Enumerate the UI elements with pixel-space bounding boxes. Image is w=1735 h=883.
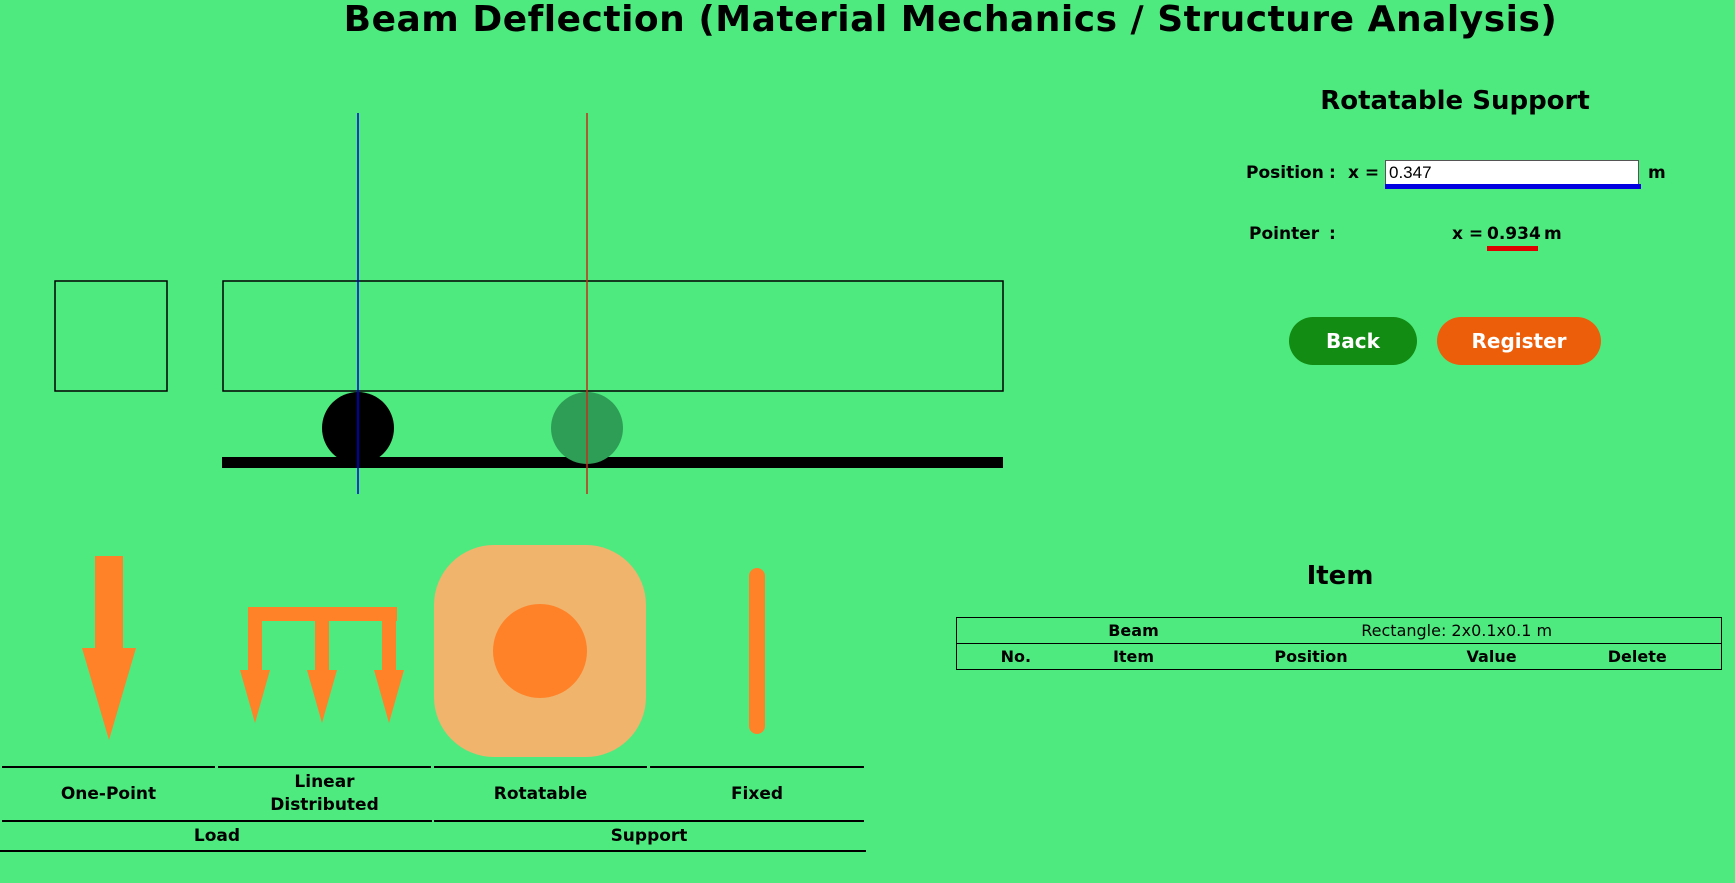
distributed-load-icon [240,607,404,723]
position-unit: m [1648,163,1666,183]
palette-group-load: Load [193,825,241,846]
palette-label-linear-distributed: Linear Distributed [270,772,379,815]
beam-label: Beam [1074,617,1193,644]
palette-divider [0,850,866,852]
position-x-eq: x = [1348,163,1380,183]
pointer-x-eq: x = [1452,224,1484,244]
panel-title: Rotatable Support [1320,86,1590,116]
cross-section-box [54,280,168,392]
col-item: Item [1074,643,1193,670]
palette-rotatable[interactable] [434,540,648,765]
col-value: Value [1429,643,1554,670]
position-input[interactable] [1385,160,1639,184]
palette-label-rotatable: Rotatable [493,783,588,804]
palette-group-support: Support [610,825,688,846]
palette-linear-distributed[interactable] [218,540,432,765]
col-no: No. [955,643,1075,670]
bar-support-icon [749,568,765,734]
position-underline [1385,184,1641,189]
pointer-value: 0.934 [1487,224,1541,244]
palette-one-point[interactable] [2,540,216,765]
arrow-down-icon [82,556,136,740]
table-header-row: No. Item Position Value Delete [955,643,1723,670]
item-table: Beam Rectangle: 2x0.1x0.1 m No. Item Pos… [955,617,1723,670]
col-position: Position [1192,643,1430,670]
beam-canvas[interactable] [0,0,1110,510]
beam-outline [222,280,1004,392]
beam-value: Rectangle: 2x0.1x0.1 m [1192,617,1723,644]
pointer-label: Pointer [1249,224,1320,244]
back-button[interactable]: Back [1289,317,1417,365]
pointer-underline [1487,246,1538,251]
position-label: Position [1246,163,1324,183]
circle-support-icon [434,545,646,757]
item-title: Item [1306,561,1374,591]
beam-row: Beam Rectangle: 2x0.1x0.1 m [955,617,1723,644]
col-delete: Delete [1553,643,1723,670]
pointer-colon: : [1329,224,1336,244]
palette-label-one-point: One-Point [60,783,157,804]
register-button[interactable]: Register [1437,317,1601,365]
pointer-unit: m [1544,224,1562,244]
palette-label-fixed: Fixed [730,783,784,804]
palette-fixed[interactable] [650,540,864,765]
position-colon: : [1329,163,1336,183]
